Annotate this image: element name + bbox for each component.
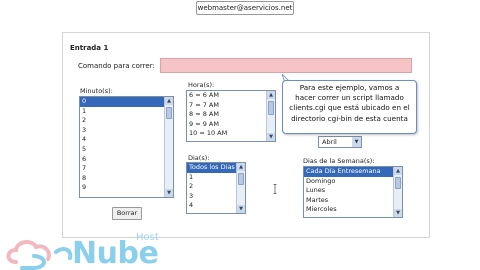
brand-suffix: Host xyxy=(136,232,159,243)
day-listbox[interactable]: Todos los Dias 1 2 3 4 ▲ ▼ xyxy=(186,162,246,214)
list-option[interactable]: 8 xyxy=(80,174,173,184)
callout-line: hacer correr un script llamado xyxy=(295,93,404,103)
callout-line: clients.cgi que está ubicado en el xyxy=(289,103,410,113)
list-option[interactable]: Martes xyxy=(304,196,402,206)
weekday-listbox[interactable]: Cada Día Entresemana Domingo Lunes Martes Mi… xyxy=(303,166,403,218)
explanation-callout: Para este ejemplo, vamos a hacer correr … xyxy=(282,80,417,134)
scroll-up-icon[interactable]: ▲ xyxy=(237,163,245,171)
list-option[interactable]: 5 xyxy=(80,145,173,155)
list-option[interactable]: Lunes xyxy=(304,186,402,196)
day-scrollbar[interactable]: ▲ ▼ xyxy=(236,163,245,213)
list-option[interactable]: Domingo xyxy=(304,177,402,187)
command-label: Comando para correr: xyxy=(78,62,155,70)
hour-scrollbar[interactable]: ▲ ▼ xyxy=(266,91,275,141)
list-option[interactable]: 9 = 9 AM xyxy=(187,120,275,130)
scroll-thumb[interactable] xyxy=(268,101,274,115)
scroll-down-icon[interactable]: ▼ xyxy=(267,133,275,141)
month-select[interactable]: Abril ▼ xyxy=(318,136,362,148)
scroll-thumb[interactable] xyxy=(395,177,401,189)
scroll-down-icon[interactable]: ▼ xyxy=(165,189,173,197)
list-option[interactable]: Miercoles xyxy=(304,205,402,215)
email-link[interactable]: webmaster@aservicios.net xyxy=(196,1,294,15)
minute-label: Minuto(s): xyxy=(80,87,113,95)
hour-label: Hora(s): xyxy=(188,81,215,89)
list-option[interactable]: 2 xyxy=(80,116,173,126)
minute-scrollbar[interactable]: ▲ ▼ xyxy=(164,97,173,197)
list-option[interactable]: 6 = 6 AM xyxy=(187,91,275,101)
month-value: Abril xyxy=(322,138,337,146)
day-label: Dia(s): xyxy=(188,154,210,162)
list-option[interactable]: 4 xyxy=(80,135,173,145)
command-input[interactable] xyxy=(160,58,412,73)
minute-listbox[interactable]: 0123456789 ▲ ▼ xyxy=(79,96,174,198)
weekday-scrollbar[interactable]: ▲ ▼ xyxy=(393,167,402,217)
weekday-label: Dias de la Semana(s): xyxy=(303,157,375,165)
scroll-thumb[interactable] xyxy=(238,173,244,185)
chevron-down-icon[interactable]: ▼ xyxy=(352,137,361,147)
list-option[interactable]: 3 xyxy=(80,126,173,136)
hour-listbox[interactable]: 6 = 6 AM 7 = 7 AM 8 = 8 AM 9 = 9 AM 10 = 10 … xyxy=(186,90,276,142)
scroll-down-icon[interactable]: ▼ xyxy=(394,209,402,217)
list-option[interactable]: 7 xyxy=(80,164,173,174)
clear-button[interactable]: Borrar xyxy=(112,207,142,220)
list-option[interactable]: 9 xyxy=(80,183,173,193)
scroll-up-icon[interactable]: ▲ xyxy=(165,97,173,105)
list-option[interactable]: 0 xyxy=(80,97,173,107)
list-option[interactable]: 7 = 7 AM xyxy=(187,101,275,111)
list-option[interactable]: Cada Día Entresemana xyxy=(304,167,402,177)
list-option[interactable]: 8 = 8 AM xyxy=(187,110,275,120)
text-cursor-icon xyxy=(273,184,277,194)
scroll-thumb[interactable] xyxy=(166,107,172,119)
list-option[interactable]: 1 xyxy=(80,107,173,117)
scroll-up-icon[interactable]: ▲ xyxy=(394,167,402,175)
list-option[interactable]: 6 xyxy=(80,155,173,165)
entry-title: Entrada 1 xyxy=(70,44,109,52)
scroll-down-icon[interactable]: ▼ xyxy=(237,205,245,213)
scroll-up-icon[interactable]: ▲ xyxy=(267,91,275,99)
callout-line: Para este ejemplo, vamos a xyxy=(299,83,400,92)
callout-line: directorio cgi-bin de esta cuenta xyxy=(291,113,408,123)
list-option[interactable]: 10 = 10 AM xyxy=(187,129,275,139)
